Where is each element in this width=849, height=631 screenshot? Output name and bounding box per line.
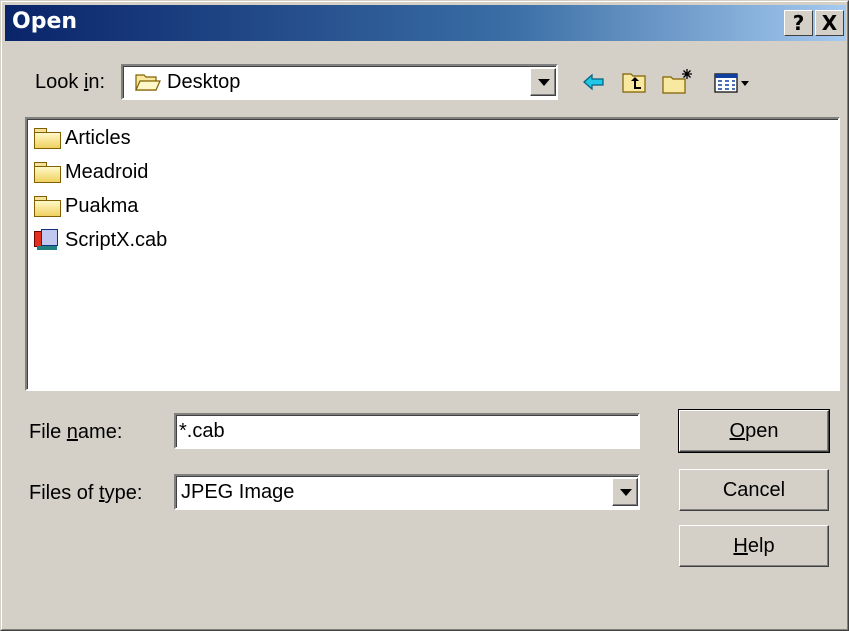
list-item[interactable]: Articles	[33, 122, 131, 154]
open-folder-icon	[135, 71, 161, 93]
list-item[interactable]: ScriptX.cab	[33, 224, 167, 256]
list-item[interactable]: Puakma	[33, 190, 138, 222]
chevron-down-icon	[538, 79, 550, 86]
file-name-label: Meadroid	[65, 160, 149, 183]
cancel-button[interactable]: Cancel	[679, 469, 829, 511]
file-list[interactable]: Articles Meadroid Puakma ScriptX.cab	[25, 117, 840, 391]
back-arrow-icon[interactable]	[581, 67, 607, 97]
file-name-field-label: File name:	[29, 421, 123, 443]
title-bar[interactable]: Open ? X	[5, 5, 846, 41]
file-name-input[interactable]: *.cab	[174, 413, 640, 449]
file-name-label: ScriptX.cab	[65, 228, 168, 251]
look-in-combobox[interactable]: Desktop	[121, 64, 558, 100]
files-of-type-label: Files of type:	[29, 482, 143, 504]
open-button[interactable]: Open	[678, 409, 830, 453]
cab-file-icon	[33, 228, 61, 252]
look-in-label: Look in:	[35, 71, 106, 93]
file-name-label: Articles	[65, 126, 131, 149]
list-item[interactable]: Meadroid	[33, 156, 148, 188]
folder-icon	[33, 127, 61, 149]
files-of-type-value: JPEG Image	[181, 481, 295, 503]
files-of-type-combobox[interactable]: JPEG Image	[174, 474, 640, 510]
file-name-label: Puakma	[65, 194, 139, 217]
chevron-down-icon	[620, 489, 632, 496]
open-dialog: Open ? X Look in: Desktop Articles Meadr…	[0, 0, 849, 631]
files-of-type-dropdown-button[interactable]	[612, 478, 638, 506]
view-menu-icon[interactable]	[713, 67, 755, 97]
help-button[interactable]: ?	[784, 10, 813, 36]
window-title: Open	[12, 9, 78, 34]
up-one-level-icon[interactable]	[621, 67, 649, 97]
file-name-value: *.cab	[179, 420, 225, 442]
folder-icon	[33, 195, 61, 217]
close-button[interactable]: X	[815, 10, 844, 36]
look-in-dropdown-button[interactable]	[530, 68, 556, 96]
look-in-value: Desktop	[167, 71, 241, 93]
help-dialog-button[interactable]: Help	[679, 525, 829, 567]
folder-icon	[33, 161, 61, 183]
create-new-folder-icon[interactable]	[661, 67, 695, 97]
